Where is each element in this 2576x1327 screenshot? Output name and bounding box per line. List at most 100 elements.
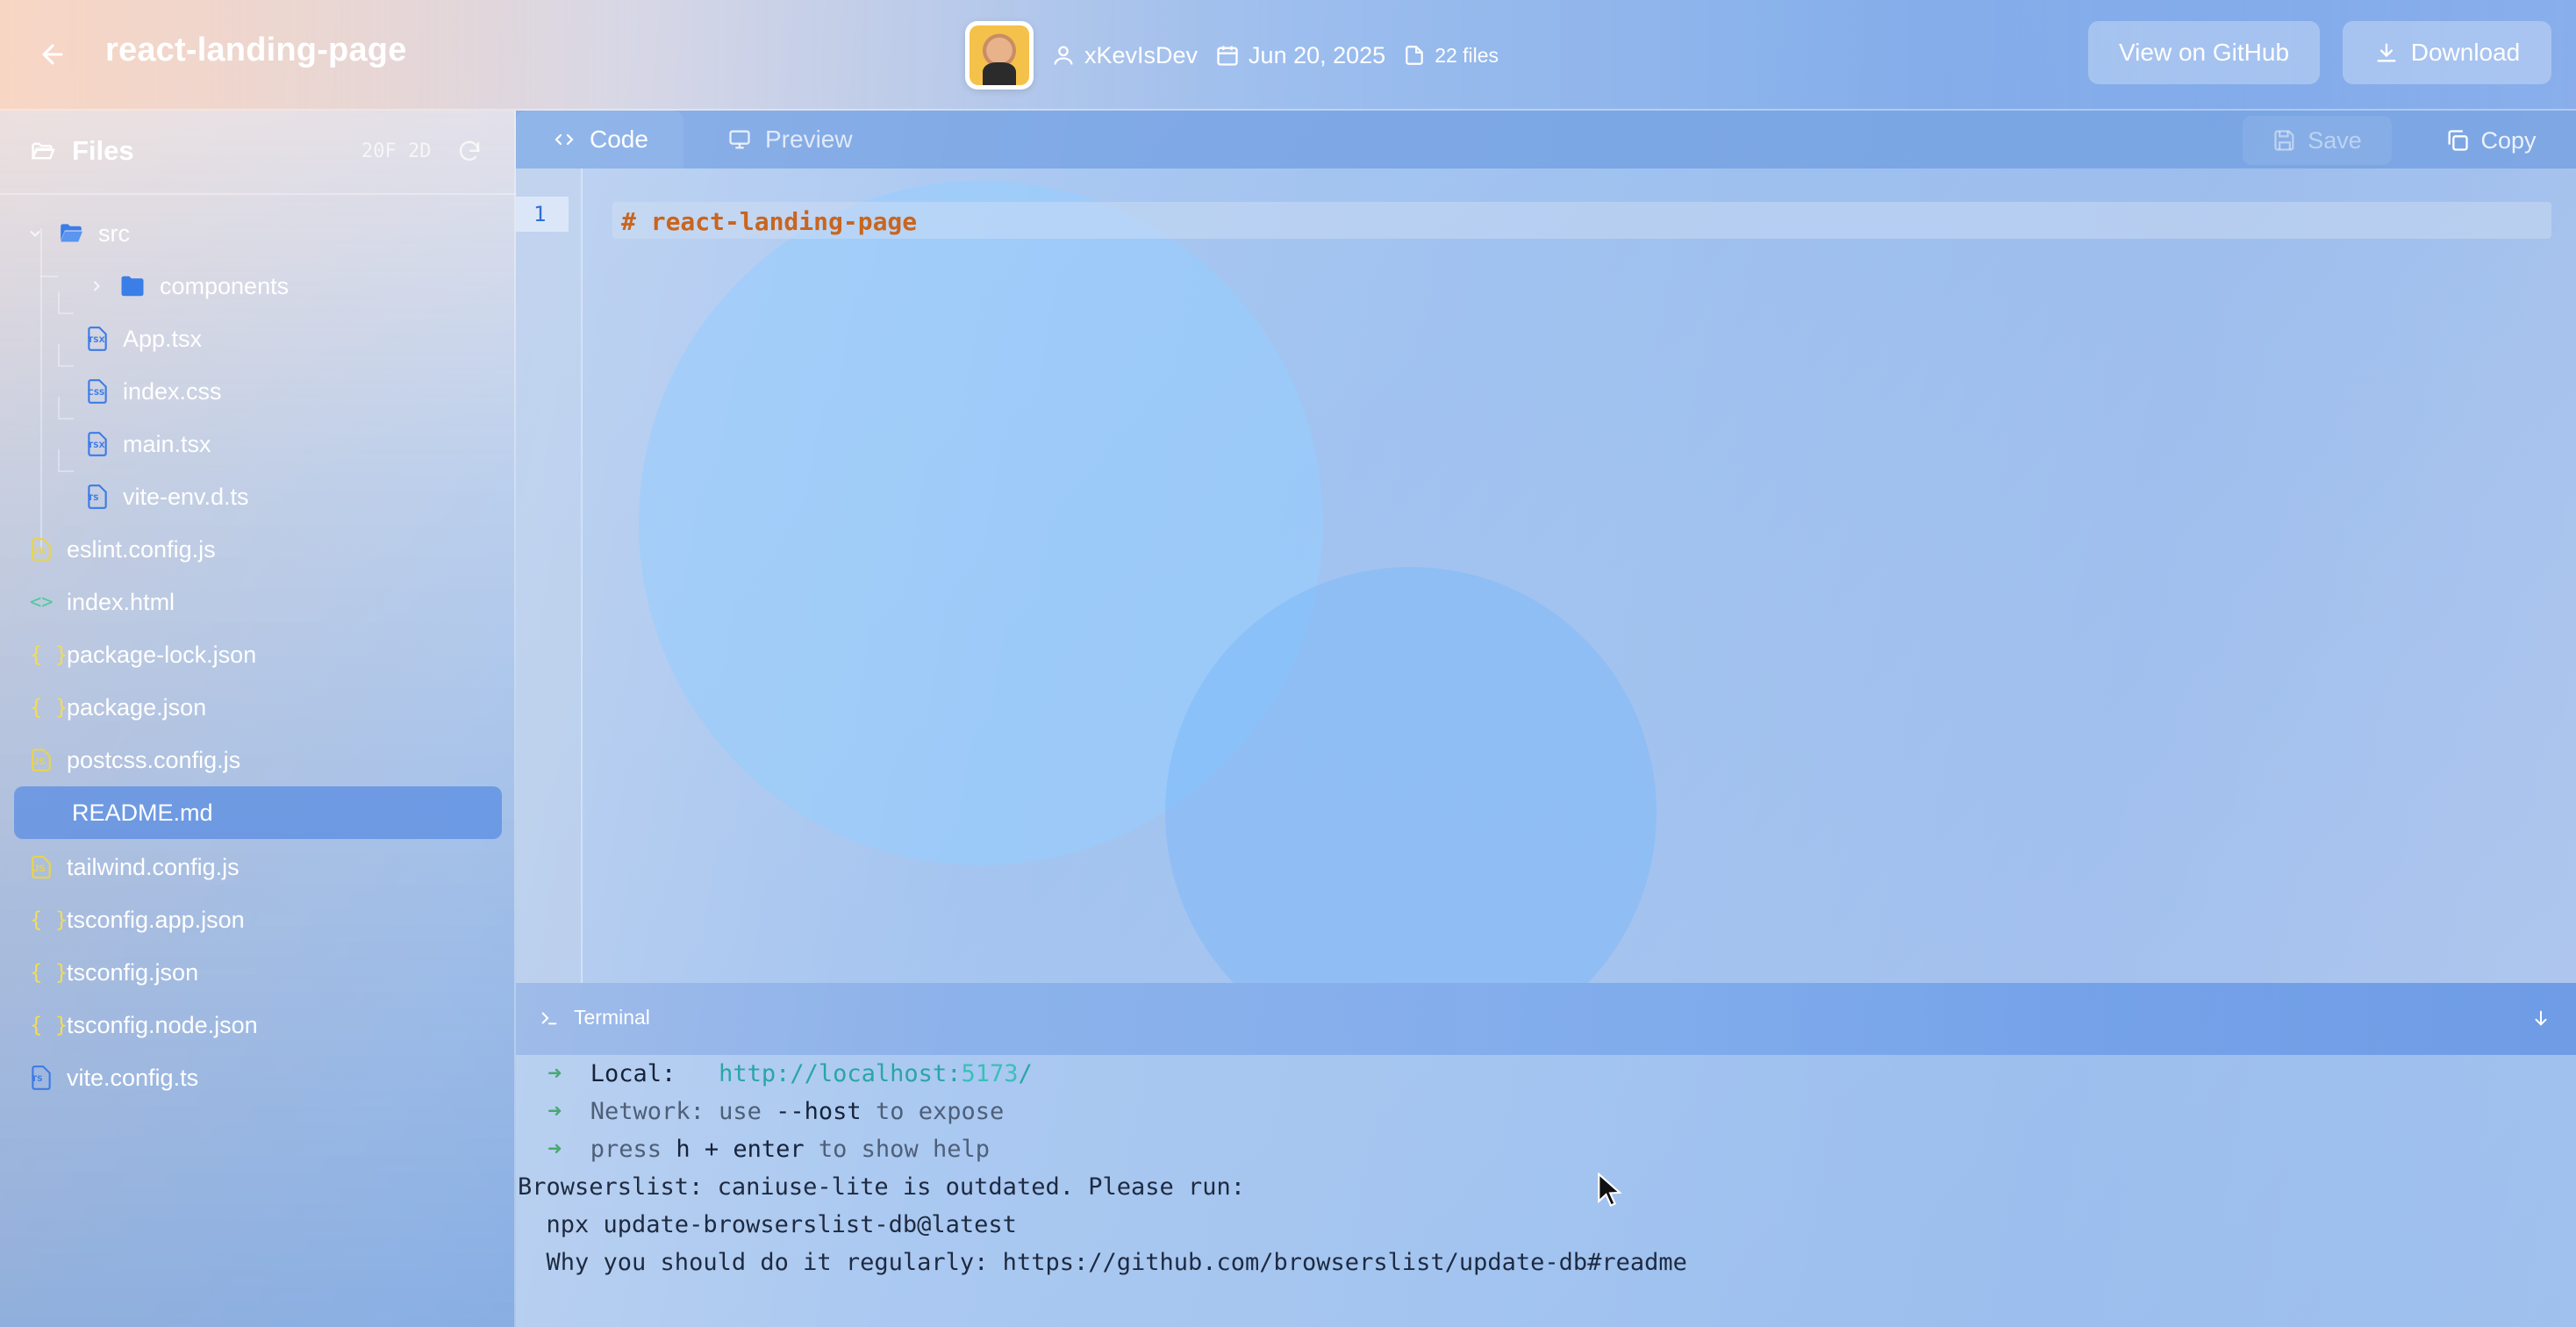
monitor-icon: [729, 130, 750, 149]
file-icon: [1406, 46, 1423, 65]
chevron-down-icon: [30, 230, 40, 237]
tree-item-index-html[interactable]: <> index.html: [30, 576, 175, 628]
tree-item-components[interactable]: components: [88, 260, 289, 312]
tree-item-label: vite-env.d.ts: [123, 483, 249, 510]
copy-icon: [2448, 130, 2469, 151]
terminal-label: Terminal: [574, 1006, 650, 1029]
ts-file-icon: TS: [30, 1065, 53, 1091]
avatar: [965, 21, 1034, 90]
json-file-icon: { }: [30, 642, 68, 667]
tree-item-label: src: [98, 219, 130, 247]
file-count: 22 files: [1403, 42, 1499, 68]
terminal-collapse-button[interactable]: [2527, 1004, 2555, 1032]
terminal-line-npx: npx update-browserslist-db@latest: [518, 1211, 1017, 1238]
tree-item-label: components: [160, 272, 290, 299]
code-editor: Code Preview Save Copy 1 # react-landing…: [516, 111, 2576, 983]
tree-item-label: tsconfig.app.json: [67, 906, 245, 933]
date-text: Jun 20, 2025: [1249, 41, 1386, 68]
folder-icon: [121, 276, 144, 297]
tree-item-label: eslint.config.js: [67, 535, 216, 563]
tree-item-label: README.md: [72, 799, 213, 826]
terminal-title: Terminal: [539, 1006, 650, 1029]
editor-tabbar: Code Preview Save Copy: [516, 111, 2576, 169]
tree-item-label: package-lock.json: [67, 641, 257, 668]
calendar-icon: [1217, 46, 1238, 66]
folder-open-icon: [31, 142, 55, 160]
js-file-icon: JS: [30, 748, 53, 772]
copy-button[interactable]: Copy: [2416, 116, 2565, 165]
tree-item-label: tailwind.config.js: [67, 853, 240, 880]
json-file-icon: { }: [30, 695, 68, 720]
tree-item-postcss-config[interactable]: JS postcss.config.js: [30, 734, 240, 786]
author-name: xKevIsDev: [1084, 41, 1199, 68]
folder-open-icon: [61, 224, 82, 242]
tree-item-tsconfig-node[interactable]: { } tsconfig.node.json: [30, 999, 258, 1051]
tree-item-label: tsconfig.node.json: [67, 1011, 258, 1038]
html-file-icon: <>: [30, 591, 54, 613]
terminal-header: Terminal: [516, 983, 2576, 1055]
tree-item-src[interactable]: src: [26, 207, 130, 260]
tree-item-main-tsx[interactable]: TSX main.tsx: [86, 418, 211, 470]
tree-item-label: index.css: [123, 377, 222, 405]
file-explorer: Files 20F 2D src components TSX App.tsx …: [0, 111, 516, 1327]
line-gutter: [516, 169, 583, 983]
tree-item-label: tsconfig.json: [67, 958, 199, 986]
tree-item-vite-env[interactable]: TS vite-env.d.ts: [86, 470, 249, 523]
tree-item-label: package.json: [67, 693, 207, 721]
code-icon: [555, 133, 574, 146]
chevron-right-icon: [93, 281, 100, 291]
tree-item-index-css[interactable]: CSS index.css: [86, 365, 222, 418]
code-line[interactable]: # react-landing-page: [621, 207, 917, 236]
tree-item-label: postcss.config.js: [67, 746, 241, 773]
refresh-icon[interactable]: [456, 139, 483, 165]
tree-item-app-tsx[interactable]: TSX App.tsx: [86, 312, 202, 365]
tree-item-tailwind-config[interactable]: JS tailwind.config.js: [30, 841, 240, 893]
terminal-line-network: ➜ Network: use --host to expose: [547, 1098, 1005, 1125]
arrow-left-icon: [42, 44, 63, 65]
save-label: Save: [2308, 126, 2362, 154]
terminal-line-browserslist: Browserslist: caniuse-lite is outdated. …: [518, 1173, 1246, 1201]
page-title: react-landing-page: [105, 32, 407, 68]
files-header: Files 20F 2D: [0, 111, 516, 195]
date: Jun 20, 2025: [1215, 42, 1385, 69]
save-button[interactable]: Save: [2243, 116, 2392, 165]
json-file-icon: { }: [30, 907, 68, 932]
file-count-text: 22 files: [1435, 43, 1499, 67]
tree-item-eslint-config[interactable]: JS eslint.config.js: [30, 523, 216, 576]
terminal-output[interactable]: ➜ Local: http://localhost:5173/ ➜ Networ…: [516, 1055, 2576, 1327]
mouse-cursor-icon: [1598, 1173, 1622, 1207]
tab-code[interactable]: Code: [516, 111, 683, 169]
json-file-icon: { }: [30, 1013, 68, 1037]
top-header: react-landing-page xKevIsDev Jun 20, 202…: [0, 0, 2576, 111]
tsx-file-icon: TSX: [86, 431, 109, 457]
tree-item-tsconfig-app[interactable]: { } tsconfig.app.json: [30, 893, 245, 946]
terminal-line-help: ➜ press h + enter to show help: [547, 1136, 990, 1163]
copy-label: Copy: [2480, 126, 2537, 154]
author: xKevIsDev: [1051, 42, 1198, 69]
tree-item-package-lock[interactable]: { } package-lock.json: [30, 628, 256, 681]
tree-item-label: vite.config.ts: [67, 1064, 199, 1091]
arrow-down-icon: [2535, 1010, 2547, 1026]
terminal-line-readme: Why you should do it regularly: https://…: [518, 1249, 1687, 1276]
download-button[interactable]: Download: [2343, 21, 2551, 84]
tab-preview-label: Preview: [765, 126, 853, 153]
terminal-icon: [541, 1011, 557, 1024]
tab-code-label: Code: [590, 126, 648, 153]
save-icon: [2274, 130, 2294, 151]
back-button[interactable]: [32, 33, 74, 75]
user-icon: [1054, 46, 1073, 65]
download-icon: [2377, 43, 2396, 62]
tree-item-readme[interactable]: README.md: [14, 786, 502, 839]
tab-preview[interactable]: Preview: [691, 111, 888, 169]
download-label: Download: [2410, 39, 2521, 66]
files-title: Files: [28, 135, 134, 167]
tree-item-vite-config[interactable]: TS vite.config.ts: [30, 1051, 198, 1104]
tree-item-label: App.tsx: [123, 325, 203, 352]
tree-item-label: index.html: [67, 588, 175, 615]
tree-item-package-json[interactable]: { } package.json: [30, 681, 206, 734]
tree-item-label: main.tsx: [123, 430, 211, 457]
project-meta: xKevIsDev Jun 20, 2025 22 files: [965, 16, 1499, 95]
view-on-github-button[interactable]: View on GitHub: [2088, 21, 2320, 84]
line-number: 1: [533, 202, 547, 226]
tree-item-tsconfig[interactable]: { } tsconfig.json: [30, 946, 198, 999]
